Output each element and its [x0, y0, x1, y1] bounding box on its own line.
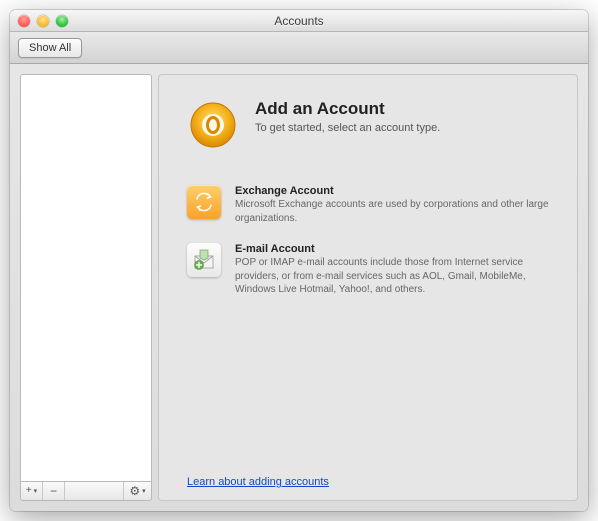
option-label: E-mail Account — [235, 243, 549, 255]
chevron-down-icon: ▾ — [34, 488, 38, 495]
account-list[interactable] — [20, 74, 152, 481]
page-subtitle: To get started, select an account type. — [255, 122, 440, 134]
option-exchange[interactable]: Exchange Account Microsoft Exchange acco… — [187, 185, 549, 225]
chevron-down-icon: ▾ — [142, 488, 146, 495]
window-controls — [18, 15, 68, 27]
zoom-icon[interactable] — [56, 15, 68, 27]
minus-icon: − — [50, 485, 57, 497]
gear-icon: ⚙ — [129, 485, 140, 497]
minimize-icon[interactable] — [37, 15, 49, 27]
settings-button[interactable]: ⚙ ▾ — [123, 482, 151, 500]
close-icon[interactable] — [18, 15, 30, 27]
show-all-label: Show All — [29, 42, 71, 54]
sidebar: + ▾ − ⚙ ▾ — [20, 74, 152, 501]
window-body: + ▾ − ⚙ ▾ — [10, 64, 588, 511]
learn-link[interactable]: Learn about adding accounts — [187, 456, 549, 488]
option-label: Exchange Account — [235, 185, 549, 197]
option-email[interactable]: E-mail Account POP or IMAP e-mail accoun… — [187, 243, 549, 297]
option-desc: POP or IMAP e-mail accounts include thos… — [235, 256, 549, 297]
plus-icon: + — [26, 486, 32, 496]
exchange-icon — [187, 185, 221, 219]
titlebar: Accounts — [10, 10, 588, 32]
email-icon — [187, 243, 221, 277]
option-desc: Microsoft Exchange accounts are used by … — [235, 198, 549, 225]
option-text: E-mail Account POP or IMAP e-mail accoun… — [235, 243, 549, 297]
add-account-button[interactable]: + ▾ — [21, 482, 43, 500]
window-title: Accounts — [10, 14, 588, 28]
page-title: Add an Account — [255, 99, 440, 119]
main-panel: Add an Account To get started, select an… — [158, 74, 578, 501]
show-all-button[interactable]: Show All — [18, 38, 82, 58]
remove-account-button[interactable]: − — [43, 482, 65, 500]
hero-text: Add an Account To get started, select an… — [255, 99, 440, 134]
sidebar-footer: + ▾ − ⚙ ▾ — [20, 481, 152, 501]
outlook-logo-icon — [187, 99, 239, 151]
toolbar: Show All — [10, 32, 588, 64]
option-text: Exchange Account Microsoft Exchange acco… — [235, 185, 549, 225]
accounts-window: Accounts Show All + ▾ − ⚙ ▾ — [10, 10, 588, 511]
hero: Add an Account To get started, select an… — [187, 99, 549, 151]
